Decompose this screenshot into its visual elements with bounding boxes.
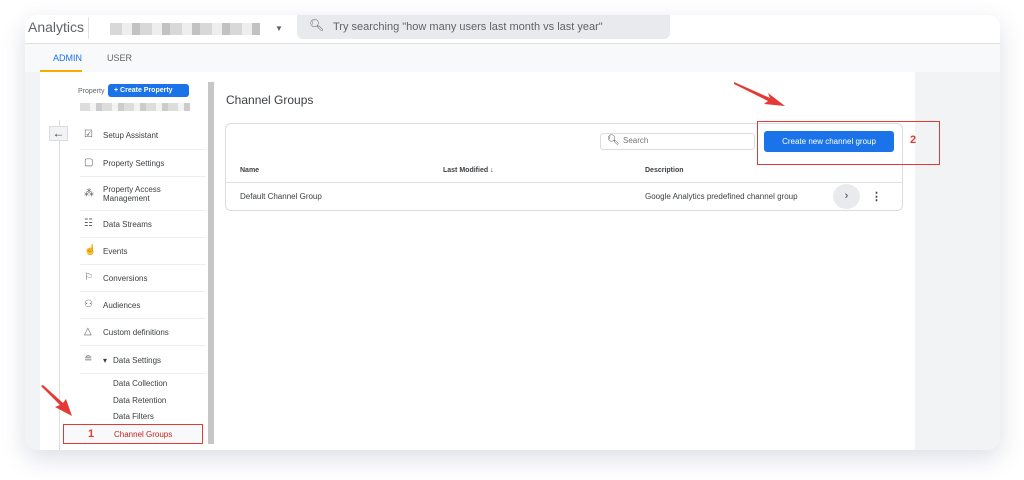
sidebar-item-data-settings[interactable]: ≘ ▾ Data Settings	[80, 346, 206, 374]
audience-icon: ⚇	[84, 299, 93, 310]
sidebar-item-label: Audiences	[103, 301, 141, 310]
sidebar-item-property-settings[interactable]: ▢ Property Settings	[80, 150, 206, 177]
caret-down-icon: ▾	[103, 356, 108, 365]
property-label: Property	[78, 88, 105, 95]
more-vert-icon[interactable]: ⋮	[871, 190, 882, 203]
touch-icon: ☝	[84, 245, 97, 256]
chevron-down-icon[interactable]: ▼	[275, 24, 283, 33]
sidebar-item-label: Property Access Management	[103, 185, 161, 203]
database-icon: ≘	[84, 354, 93, 365]
sidebar-subitem-data-retention[interactable]: Data Retention	[113, 396, 166, 405]
flag-icon: ⚐	[84, 272, 93, 283]
sidebar-item-label: Setup Assistant	[103, 131, 159, 140]
sidebar-item-custom-definitions[interactable]: △ Custom definitions	[80, 319, 206, 346]
sidebar-subitem-channel-groups[interactable]: 1 Channel Groups	[63, 424, 203, 444]
step-1-label: 1	[88, 428, 95, 440]
sidebar-item-label: Property Settings	[103, 159, 165, 168]
sidebar-item-label: Events	[103, 247, 128, 256]
header: Analytics ▼ 🔍︎ Try searching "how many u…	[25, 15, 1000, 44]
sidebar-subitem-data-filters[interactable]: Data Filters	[113, 412, 154, 421]
tab-bar: ADMIN USER	[25, 44, 1000, 72]
shapes-icon: △	[84, 326, 92, 337]
sidebar-item-property-access[interactable]: ⁂ Property Access Management	[80, 177, 206, 211]
window-icon: ▢	[84, 157, 94, 168]
arrow-down-icon: ↓	[490, 167, 494, 174]
column-label: Last Modified	[443, 167, 489, 174]
sidebar-subitem-data-collection[interactable]: Data Collection	[113, 379, 167, 388]
cell-description: Google Analytics predefined channel grou…	[645, 192, 798, 201]
step-2-label: 2	[910, 134, 917, 146]
create-property-label: Create Property	[120, 87, 173, 94]
create-property-button[interactable]: + Create Property	[108, 84, 189, 97]
column-header-description[interactable]: Description	[645, 167, 684, 174]
sidebar-item-label: Conversions	[103, 274, 148, 283]
column-header-last-modified[interactable]: Last Modified ↓	[443, 167, 494, 174]
annotation-arrow-icon	[734, 82, 785, 106]
sidebar-item-audiences[interactable]: ⚇ Audiences	[80, 292, 206, 319]
sidebar-item-label: Data Streams	[103, 220, 152, 229]
sidebar-item-label: Custom definitions	[103, 328, 169, 337]
people-icon: ⁂	[84, 188, 94, 199]
brand: Analytics	[28, 19, 85, 35]
divider	[88, 17, 89, 39]
checklist-icon: ☑	[84, 129, 93, 140]
sidebar-item-events[interactable]: ☝ Events	[80, 238, 206, 265]
sidebar-item-label: Data Settings	[113, 356, 162, 365]
tab-user[interactable]: USER	[107, 53, 132, 63]
tab-admin[interactable]: ADMIN	[53, 53, 82, 63]
column-header-name[interactable]: Name	[240, 167, 259, 174]
sidebar-item-conversions[interactable]: ⚐ Conversions	[80, 265, 206, 292]
sidebar-item-label: Channel Groups	[114, 430, 173, 439]
back-arrow-icon[interactable]: ←	[49, 126, 68, 141]
app-window: Analytics ▼ 🔍︎ Try searching "how many u…	[25, 15, 1000, 450]
global-search[interactable]: 🔍︎ Try searching "how many users last mo…	[297, 15, 670, 39]
annotation-arrow-icon	[41, 385, 72, 416]
sidebar-item-data-streams[interactable]: ☷ Data Streams	[80, 211, 206, 238]
cell-name: Default Channel Group	[240, 192, 322, 201]
streams-icon: ☷	[84, 218, 93, 229]
search-input[interactable]	[623, 136, 743, 145]
account-selector[interactable]	[110, 23, 260, 35]
page-title: Channel Groups	[226, 93, 314, 107]
property-name	[80, 103, 190, 111]
search-placeholder: Try searching "how many users last month…	[333, 21, 603, 33]
chevron-right-icon[interactable]: ›	[833, 184, 860, 209]
sidebar-scrollbar[interactable]	[208, 82, 214, 444]
divider	[226, 182, 902, 183]
sidebar-item-setup-assistant[interactable]: ☑ Setup Assistant	[80, 122, 206, 150]
search-icon: 🔍︎	[309, 18, 325, 32]
table-search[interactable]: 🔍︎	[600, 133, 755, 150]
search-icon: 🔍︎	[607, 135, 620, 146]
